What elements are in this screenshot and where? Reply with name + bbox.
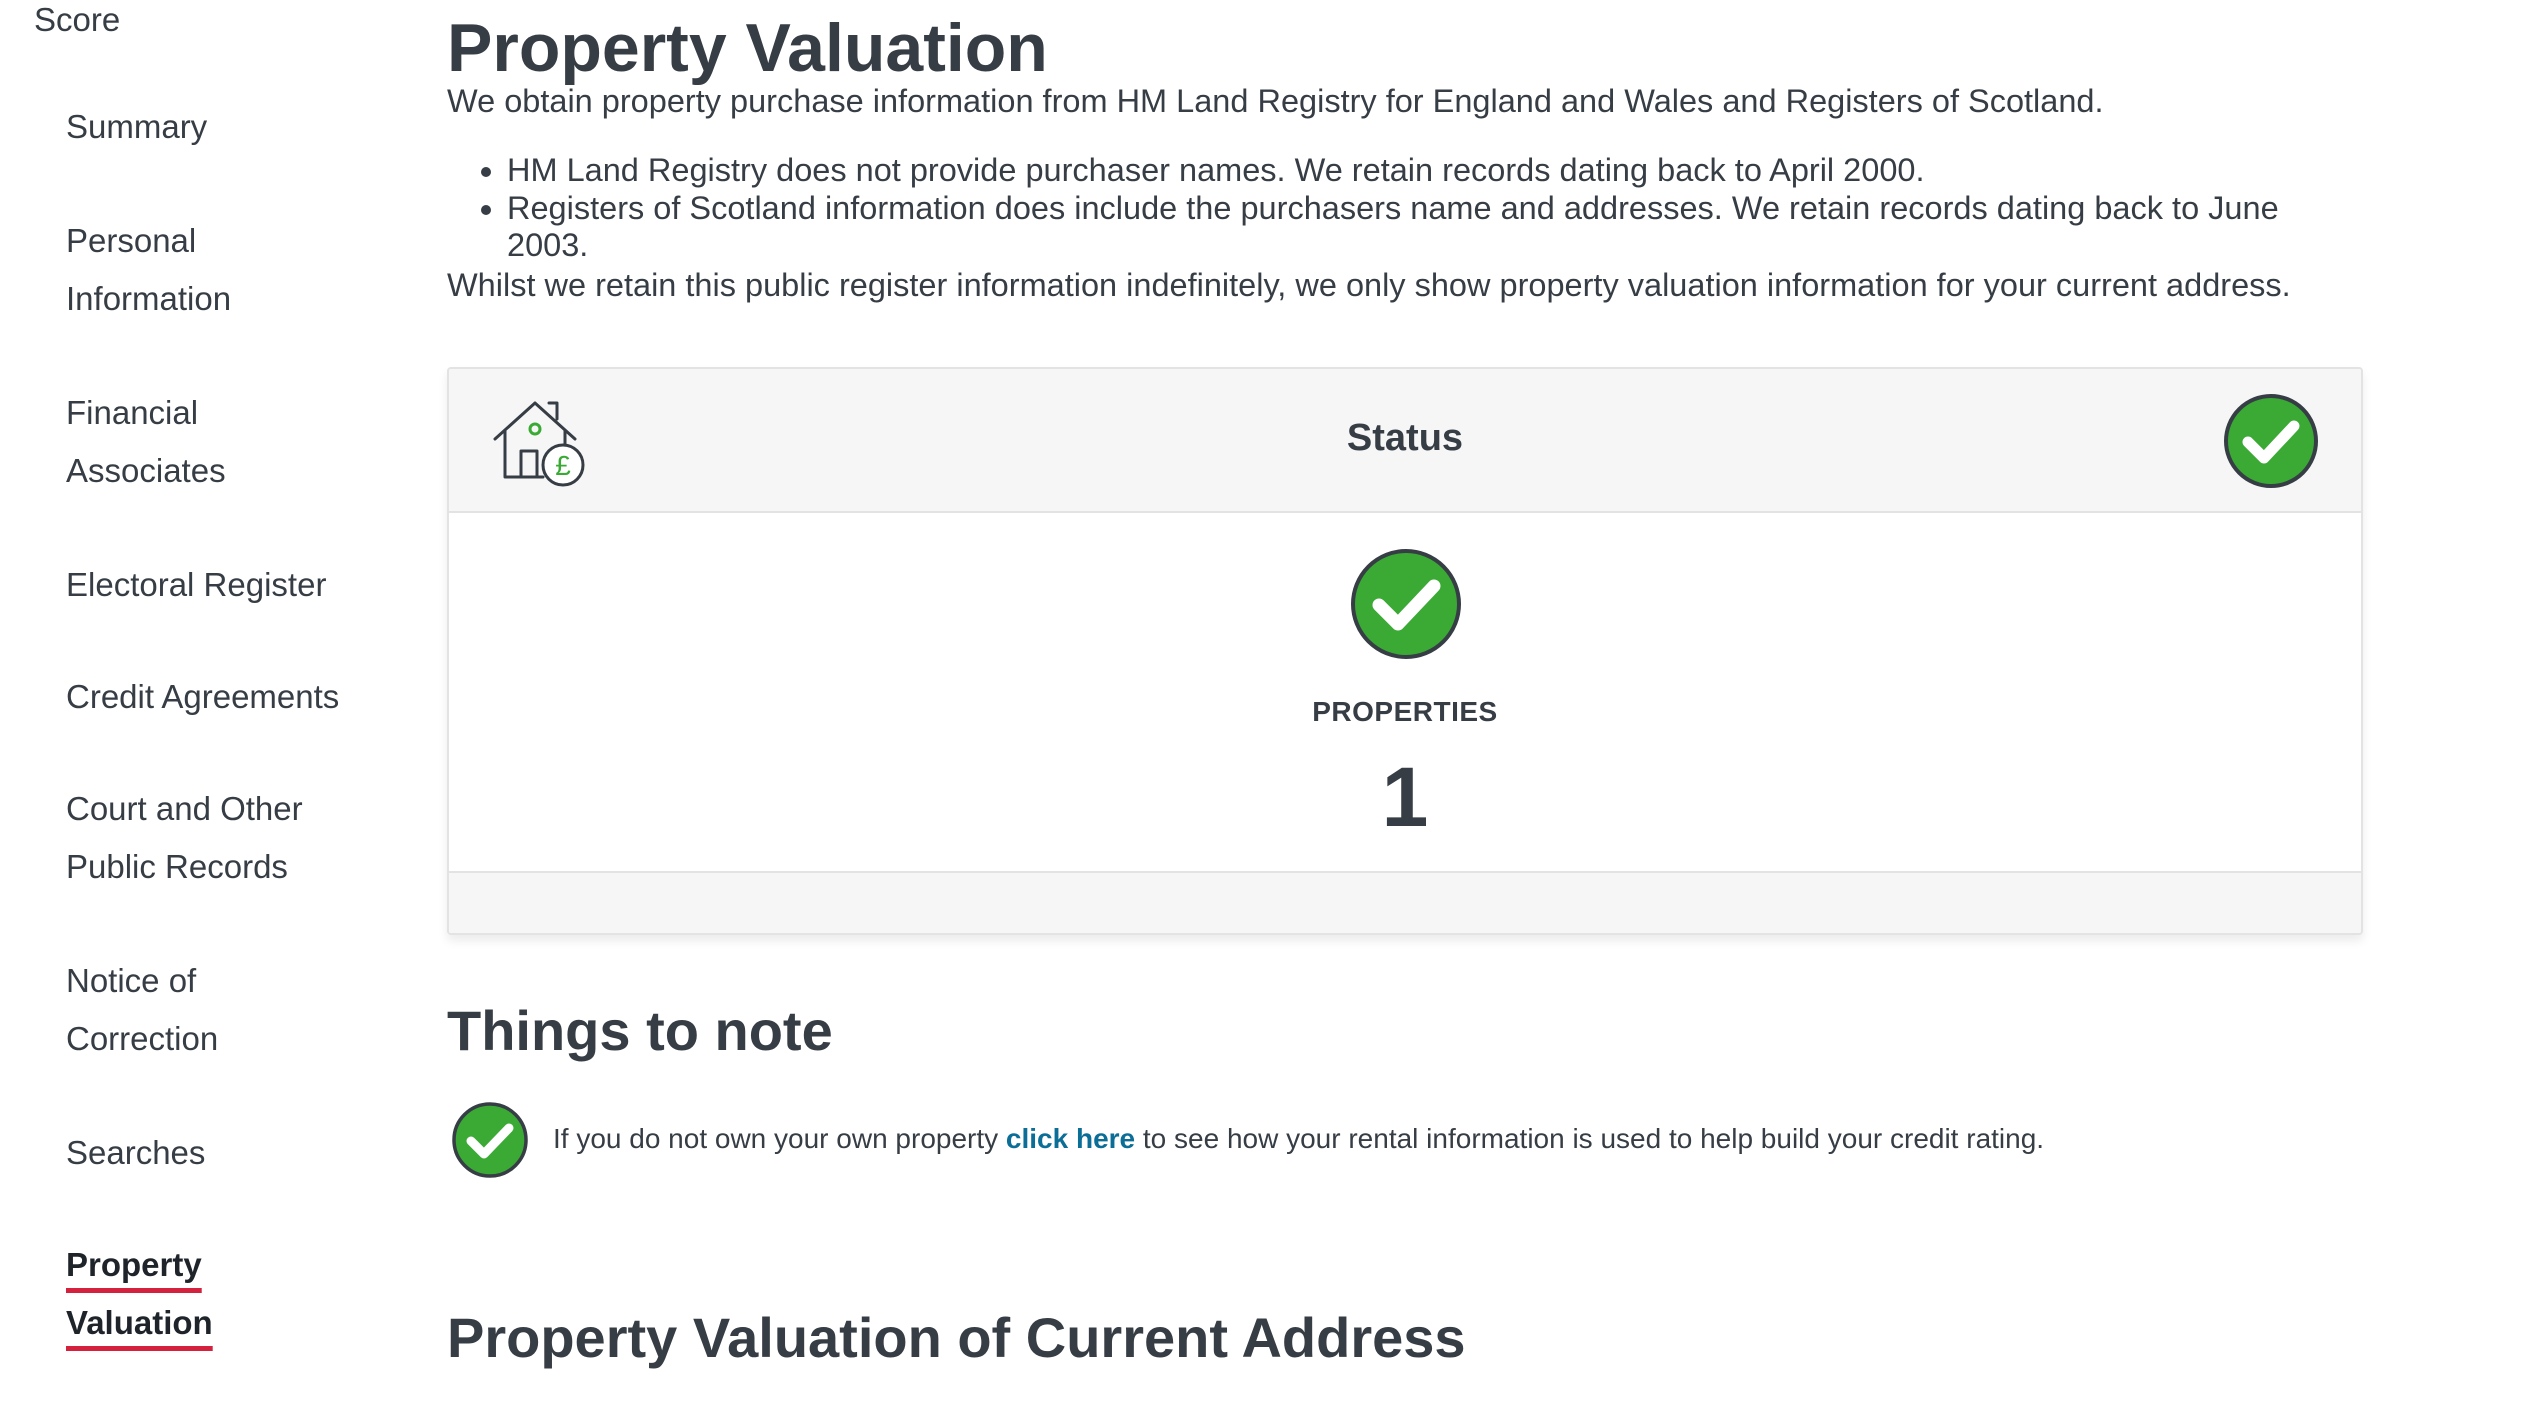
status-card-body: PROPERTIES 1 (449, 513, 2361, 871)
properties-count: 1 (1381, 750, 1429, 844)
sidebar-item-personal-information[interactable]: Personal Information (66, 212, 231, 328)
sidebar-item-label: Court and Other (66, 790, 303, 827)
sidebar-nav: Score Summary Personal Information Finan… (0, 0, 400, 1402)
sidebar-item-credit-agreements[interactable]: Credit Agreements (66, 668, 339, 726)
sidebar-item-label: Public Records (66, 848, 288, 885)
sidebar-item-label: Information (66, 280, 232, 317)
sidebar-item-summary[interactable]: Summary (66, 98, 207, 156)
sidebar-item-score[interactable]: Score (34, 2, 120, 38)
sidebar-item-label: Searches (66, 1134, 206, 1171)
sidebar-item-court-public-records[interactable]: Court and Other Public Records (66, 780, 303, 896)
status-card-header: £ Status (449, 369, 2361, 513)
rental-info-link[interactable]: click here (1006, 1123, 1135, 1154)
sidebar-item-label: Valuation (66, 1304, 213, 1341)
sidebar-item-label: Property (66, 1246, 202, 1283)
status-card-footer (449, 871, 2361, 933)
page-title: Property Valuation (447, 10, 1048, 86)
sidebar-item-label: Personal (66, 222, 197, 259)
check-circle-icon (451, 1101, 529, 1179)
sidebar-item-label: Correction (66, 1020, 219, 1057)
sidebar-item-financial-associates[interactable]: Financial Associates (66, 384, 226, 500)
sidebar-item-electoral-register[interactable]: Electoral Register (66, 556, 326, 614)
things-to-note-heading: Things to note (447, 999, 833, 1062)
list-item: Registers of Scotland information does i… (507, 190, 2307, 265)
status-card: £ Status PROPERTIES 1 (447, 367, 2363, 935)
sidebar-item-searches[interactable]: Searches (66, 1124, 205, 1182)
sidebar-item-label: Notice of (66, 962, 197, 999)
intro-text: We obtain property purchase information … (447, 83, 2104, 119)
sidebar-item-property-valuation[interactable]: Property Valuation (66, 1236, 213, 1352)
note-text: If you do not own your own property clic… (553, 1122, 2044, 1156)
outro-text: Whilst we retain this public register in… (447, 267, 2291, 303)
note-text-after: to see how your rental information is us… (1135, 1123, 2045, 1154)
sidebar-item-notice-of-correction[interactable]: Notice of Correction (66, 952, 218, 1068)
current-address-valuation-heading: Property Valuation of Current Address (447, 1306, 1466, 1369)
sidebar-item-label: Summary (66, 108, 208, 145)
sidebar-item-label: Credit Agreements (66, 678, 340, 715)
status-title: Status (1346, 417, 1464, 459)
properties-label: PROPERTIES (1312, 696, 1498, 727)
sidebar-item-label: Electoral Register (66, 566, 327, 603)
check-circle-icon (2223, 393, 2319, 489)
sidebar-item-label: Financial (66, 394, 199, 431)
check-circle-icon (1349, 547, 1463, 661)
list-item: HM Land Registry does not provide purcha… (507, 152, 2307, 190)
note-text-before: If you do not own your own property (553, 1123, 1006, 1154)
sidebar-item-label: Associates (66, 452, 226, 489)
info-list: HM Land Registry does not provide purcha… (447, 152, 2307, 265)
